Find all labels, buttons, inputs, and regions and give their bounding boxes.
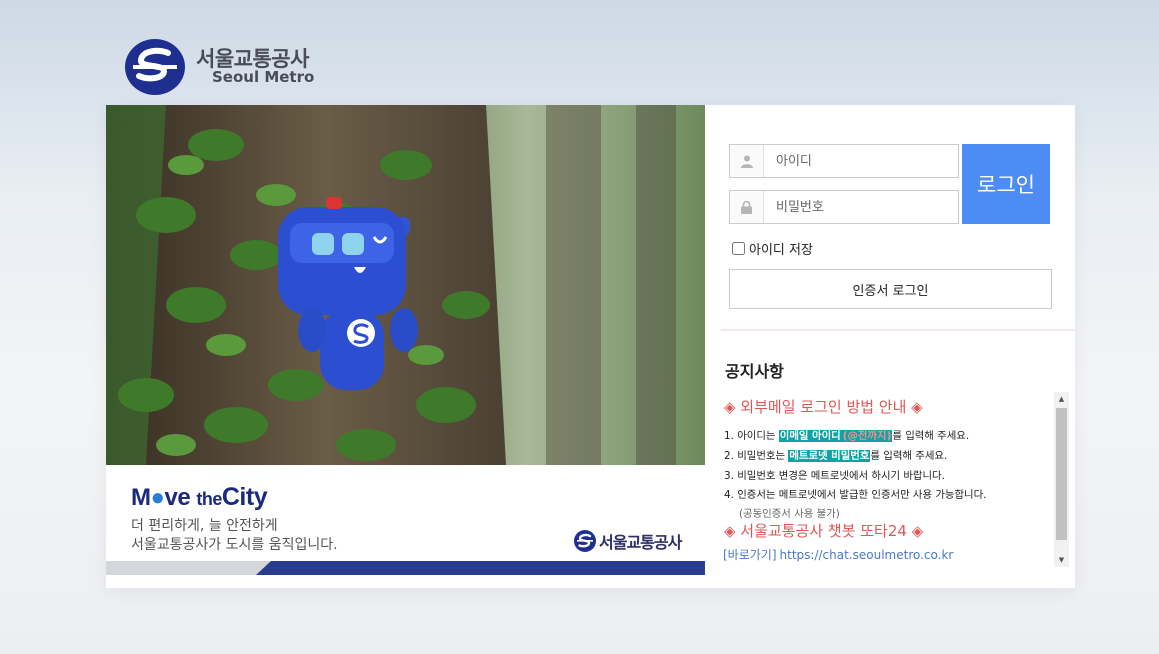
notice-line-5: (공동인증서 사용 불가) [739, 508, 840, 520]
notice-title: 공지사항 [725, 362, 784, 381]
seoul-metro-emblem-icon [125, 39, 185, 95]
mascot-photo [106, 105, 705, 465]
seoul-metro-logo: 서울교통공사 Seoul Metro [124, 38, 314, 96]
notice-line-1: 1. 아이디는 이메일 아이디 (@전까지)를 입력해 주세요. [724, 430, 970, 442]
scroll-up-arrow-icon[interactable]: ▲ [1054, 392, 1069, 406]
banner-logo: 서울교통공사 [574, 529, 682, 553]
notice-line-2: 2. 비밀번호는 메트로넷 비밀번호를 입력해 주세요. [724, 450, 948, 462]
notice-heading-chatbot: ◈ 서울교통공사 챗봇 또타24 ◈ [724, 522, 924, 540]
move-the-city-slogan: M●ve theCity [131, 483, 268, 511]
slogan-subtitle-line1: 더 편리하게, 늘 안전하게 [131, 518, 278, 534]
id-input[interactable] [764, 146, 954, 176]
password-input[interactable] [764, 192, 954, 222]
notice-scrollbar[interactable]: ▲ ▼ [1054, 392, 1069, 567]
notice-line-4: 4. 인증서는 메트로넷에서 발급한 인증서만 사용 가능합니다. [724, 489, 987, 501]
login-card: M●ve theCity 더 편리하게, 늘 안전하게 서울교통공사가 도시를 … [106, 105, 1075, 588]
promo-visual: M●ve theCity 더 편리하게, 늘 안전하게 서울교통공사가 도시를 … [106, 105, 705, 588]
password-field [729, 190, 959, 224]
slogan-subtitle-line2: 서울교통공사가 도시를 움직입니다. [131, 537, 338, 553]
chatbot-link[interactable]: [바로가기] https://chat.seoulmetro.co.kr [723, 546, 953, 563]
notice-heading-email-login: ◈ 외부메일 로그인 방법 안내 ◈ [724, 398, 923, 416]
scroll-thumb[interactable] [1056, 408, 1067, 540]
save-id-option[interactable]: 아이디 저장 [732, 239, 813, 258]
banner-stripe [106, 561, 705, 575]
login-button[interactable]: 로그인 [962, 144, 1050, 224]
seoul-metro-emblem-icon [574, 530, 596, 552]
banner-logo-text: 서울교통공사 [599, 533, 682, 552]
lock-icon [730, 191, 764, 223]
save-id-checkbox[interactable] [732, 242, 745, 255]
logo-korean-text: 서울교통공사 [196, 47, 309, 72]
slogan-banner: M●ve theCity 더 편리하게, 늘 안전하게 서울교통공사가 도시를 … [106, 465, 705, 588]
notice-content-box[interactable]: ◈ 외부메일 로그인 방법 안내 ◈ 1. 아이디는 이메일 아이디 (@전까지)… [723, 392, 1070, 567]
user-icon [730, 145, 764, 177]
logo-english-text: Seoul Metro [212, 68, 315, 87]
login-panel: 로그인 아이디 저장 인증서 로그인 공지사항 ◈ 외부메일 로그인 방법 안내… [705, 105, 1075, 588]
certificate-login-button[interactable]: 인증서 로그인 [729, 269, 1052, 309]
save-id-label: 아이디 저장 [749, 243, 813, 258]
id-field [729, 144, 959, 178]
scroll-down-arrow-icon[interactable]: ▼ [1054, 553, 1069, 567]
section-divider [721, 329, 1075, 331]
notice-line-3: 3. 비밀번호 변경은 메트로넷에서 하시기 바랍니다. [724, 470, 945, 482]
